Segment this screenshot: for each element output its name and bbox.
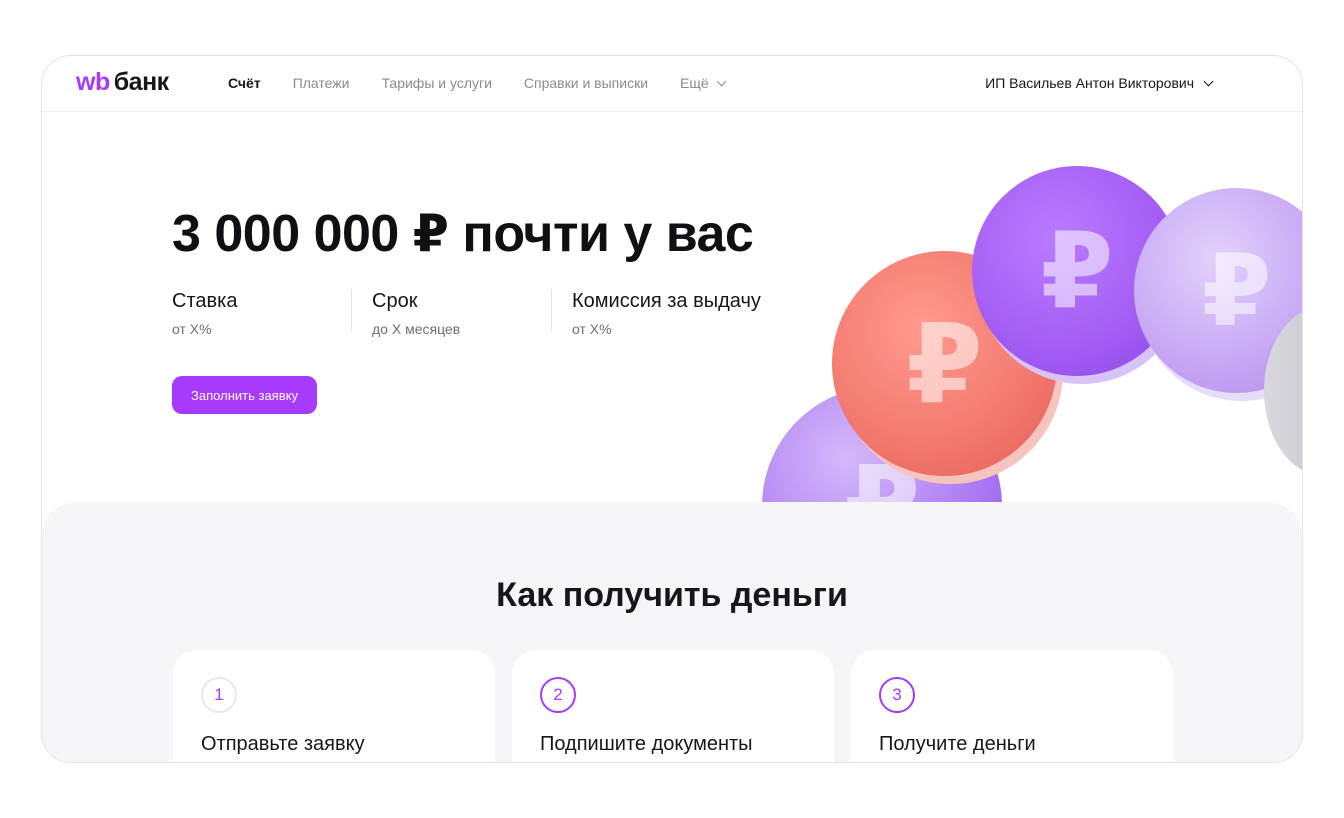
loan-params: Ставка от X% Срок до X месяцев Комиссия …: [172, 289, 803, 337]
param-label: Комиссия за выдачу: [572, 290, 761, 312]
step-number: 2: [540, 677, 576, 713]
step-card: 3 Получите деньги: [851, 650, 1173, 762]
ruble-icon: ₽: [906, 302, 983, 426]
param-rate: Ставка от X%: [172, 289, 352, 337]
param-label: Ставка: [172, 290, 238, 312]
nav-item-account[interactable]: Счёт: [228, 75, 261, 91]
ruble-icon: ₽: [1040, 213, 1114, 330]
nav-more-label: Ещё: [680, 75, 709, 91]
apply-button[interactable]: Заполнить заявку: [172, 376, 317, 414]
param-label: Срок: [372, 290, 418, 312]
nav-item-payments[interactable]: Платежи: [293, 75, 350, 91]
step-title: Отправьте заявку: [201, 733, 365, 755]
nav-more-dropdown[interactable]: Ещё: [680, 75, 727, 91]
step-number: 1: [201, 677, 237, 713]
user-name: ИП Васильев Антон Викторович: [985, 75, 1194, 91]
param-value: от X%: [172, 321, 212, 337]
param-value: от X%: [572, 321, 612, 337]
logo[interactable]: wb банк: [76, 68, 169, 97]
ruble-icon: ₽: [1201, 235, 1272, 347]
nav-item-tariffs[interactable]: Тарифы и услуги: [381, 75, 491, 91]
hero-title: 3 000 000 ₽ почти у вас: [172, 205, 754, 263]
coins-illustration: ₽ ₽ ₽ ₽: [742, 156, 1302, 626]
steps-title: Как получить деньги: [496, 576, 848, 614]
step-number: 3: [879, 677, 915, 713]
main-nav: Счёт Платежи Тарифы и услуги Справки и в…: [228, 75, 727, 91]
chevron-down-icon: [716, 76, 727, 86]
user-menu[interactable]: ИП Васильев Антон Викторович: [985, 75, 1214, 91]
logo-wb: wb: [76, 68, 110, 96]
step-card: 1 Отправьте заявку: [173, 650, 495, 762]
step-title: Подпишите документы: [540, 733, 753, 755]
top-header: wb банк Счёт Платежи Тарифы и услуги Спр…: [42, 56, 1302, 112]
step-title: Получите деньги: [879, 733, 1036, 755]
app-window: wb банк Счёт Платежи Тарифы и услуги Спр…: [41, 55, 1303, 763]
param-value: до X месяцев: [372, 321, 461, 337]
step-card: 2 Подпишите документы: [512, 650, 834, 762]
param-term: Срок до X месяцев: [372, 289, 552, 337]
nav-item-statements[interactable]: Справки и выписки: [524, 75, 648, 91]
logo-bank: банк: [113, 68, 169, 96]
chevron-down-icon: [1203, 76, 1214, 86]
